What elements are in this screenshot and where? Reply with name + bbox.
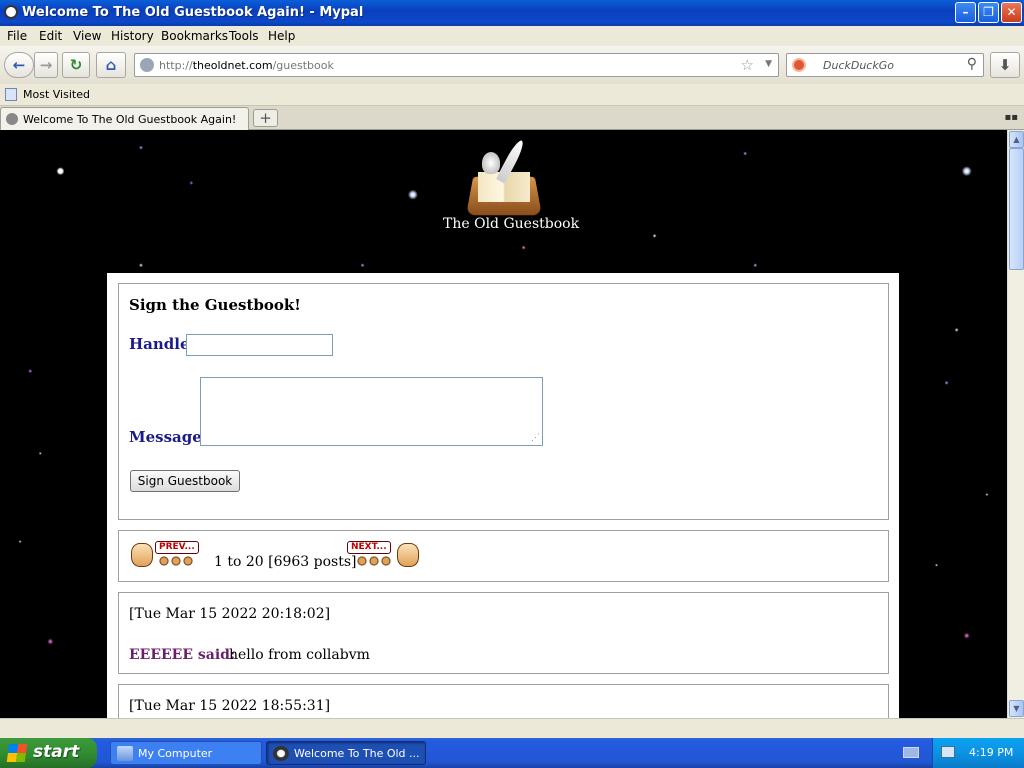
reload-button[interactable]: ↻	[62, 52, 90, 78]
scroll-down-icon[interactable]: ▼	[1009, 700, 1024, 717]
window-titlebar[interactable]: Welcome To The Old Guestbook Again! - My…	[0, 0, 1024, 26]
resize-grip-icon[interactable]: ⋰	[531, 433, 540, 443]
minimize-button[interactable]: –	[955, 2, 976, 23]
form-heading: Sign the Guestbook!	[129, 296, 301, 314]
new-tab-button[interactable]: +	[253, 109, 278, 127]
download-button[interactable]: ⬇	[990, 52, 1020, 78]
my-computer-icon	[117, 746, 133, 761]
tab-label: Welcome To The Old Guestbook Again!	[23, 113, 237, 126]
status-bar	[0, 718, 1024, 738]
tab-guestbook[interactable]: Welcome To The Old Guestbook Again!	[0, 107, 249, 130]
most-visited-bookmark[interactable]: Most Visited	[23, 88, 90, 101]
close-button[interactable]: ✕	[1001, 2, 1022, 23]
windows-taskbar: start My Computer Welcome To The Old ...…	[0, 738, 1024, 768]
menu-help[interactable]: Help	[268, 29, 295, 43]
site-title: The Old Guestbook	[443, 216, 580, 232]
post-message: hello from collabvm	[229, 647, 370, 663]
menu-file[interactable]: File	[7, 29, 27, 43]
page-viewport: The Old Guestbook Sign the Guestbook! Ha…	[0, 130, 1007, 718]
scroll-up-icon[interactable]: ▲	[1009, 131, 1024, 148]
guestbook-post: [Tue Mar 15 2022 20:18:02] EEEEEE said: …	[118, 592, 889, 674]
taskbar-item-label: Welcome To The Old ...	[294, 747, 420, 760]
menu-tools[interactable]: Tools	[229, 29, 259, 43]
post-author: EEEEEE said:	[129, 647, 236, 663]
dots-icon	[357, 556, 393, 566]
start-label: start	[33, 742, 80, 762]
next-label: NEXT...	[347, 541, 391, 554]
post-date: [Tue Mar 15 2022 18:55:31]	[129, 698, 331, 714]
message-label: Message:	[129, 428, 208, 446]
forward-button[interactable]: →	[34, 52, 58, 78]
home-button[interactable]: ⌂	[96, 52, 126, 78]
guestbook-post: [Tue Mar 15 2022 18:55:31]	[118, 684, 889, 718]
back-button[interactable]: ←	[4, 52, 34, 78]
maximize-button[interactable]: ❐	[978, 2, 999, 23]
dots-icon	[159, 556, 195, 566]
taskbar-item-label: My Computer	[138, 747, 213, 760]
bookmarks-toolbar: Most Visited	[0, 84, 1024, 106]
url-dropdown-icon[interactable]: ▼	[765, 59, 772, 69]
url-text[interactable]: http://theoldnet.com/guestbook	[159, 59, 334, 72]
taskbar-item-my-computer[interactable]: My Computer	[110, 741, 262, 765]
duckduckgo-icon[interactable]	[792, 58, 806, 72]
taskbar-item-browser[interactable]: Welcome To The Old ...	[266, 741, 426, 765]
menu-edit[interactable]: Edit	[39, 29, 62, 43]
pager-range-text: 1 to 20 [6963 posts]	[214, 554, 357, 570]
network-icon[interactable]	[941, 746, 955, 758]
next-page-button[interactable]: NEXT...	[345, 541, 423, 571]
search-placeholder: DuckDuckGo	[823, 59, 894, 72]
most-visited-icon	[5, 88, 17, 101]
menu-bar: File Edit View History Bookmarks Tools H…	[0, 26, 1024, 46]
window-title: Welcome To The Old Guestbook Again! - My…	[22, 5, 364, 20]
scrollbar-thumb[interactable]	[1009, 148, 1024, 270]
tab-favicon-icon	[6, 113, 18, 125]
bookmark-star-icon[interactable]: ☆	[741, 56, 754, 74]
list-all-tabs-icon[interactable]: ▪▪	[1004, 112, 1018, 123]
globe-icon	[140, 58, 154, 72]
hand-right-icon	[397, 543, 419, 567]
clock[interactable]: 4:19 PM	[969, 746, 1013, 759]
url-bar[interactable]: http://theoldnet.com/guestbook ☆ ▼	[134, 53, 779, 77]
search-icon[interactable]: ⚲	[967, 56, 977, 72]
menu-history[interactable]: History	[111, 29, 154, 43]
keyboard-icon[interactable]	[903, 747, 919, 758]
prev-page-button[interactable]: PREV...	[131, 541, 209, 571]
handle-input[interactable]	[186, 334, 333, 356]
system-tray: 4:19 PM	[932, 738, 1024, 768]
hand-left-icon	[131, 543, 153, 567]
prev-label: PREV...	[155, 541, 199, 554]
pager: PREV... 1 to 20 [6963 posts] NEXT...	[118, 530, 889, 582]
mypal-app-icon	[4, 5, 18, 19]
sign-guestbook-button[interactable]: Sign Guestbook	[130, 470, 240, 492]
skull-icon	[482, 152, 500, 174]
windows-flag-icon	[6, 744, 28, 762]
tab-bar: Welcome To The Old Guestbook Again! + ▪▪	[0, 106, 1024, 130]
menu-bookmarks[interactable]: Bookmarks	[161, 29, 228, 43]
vertical-scrollbar[interactable]: ▲ ▼	[1007, 130, 1024, 718]
post-date: [Tue Mar 15 2022 20:18:02]	[129, 606, 331, 622]
message-textarea[interactable]: ⋰	[200, 377, 543, 446]
search-bar[interactable]: DuckDuckGo ⚲	[786, 53, 984, 77]
navigation-toolbar: ← → ↻ ⌂ http://theoldnet.com/guestbook ☆…	[0, 46, 1024, 84]
start-button[interactable]: start	[0, 738, 97, 768]
guestbook-content-panel: Sign the Guestbook! Handle: Message: ⋰ S…	[107, 273, 899, 718]
menu-view[interactable]: View	[73, 29, 101, 43]
sign-guestbook-form: Sign the Guestbook! Handle: Message: ⋰ S…	[118, 283, 889, 520]
mypal-icon	[273, 746, 289, 761]
guestbook-logo-icon	[466, 138, 542, 216]
